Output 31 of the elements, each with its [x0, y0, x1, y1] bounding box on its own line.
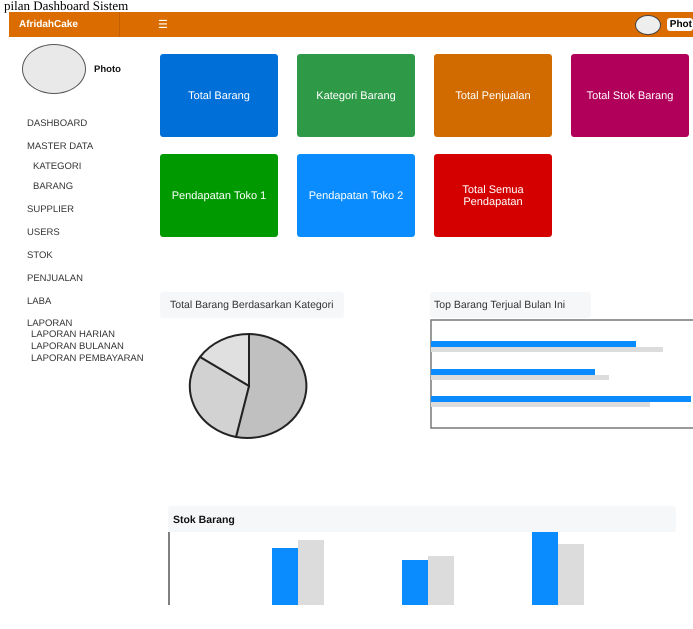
chart-title: Total Barang Berdasarkan Kategori: [160, 292, 344, 318]
sidebar-subitem[interactable]: KATEGORI: [33, 160, 152, 173]
sidebar-subitem[interactable]: LAPORAN BULANAN: [31, 341, 152, 353]
chart-title: Stok Barang: [168, 506, 676, 532]
profile-label[interactable]: Phot: [666, 18, 693, 31]
sidebar-item[interactable]: PENJUALAN: [27, 272, 152, 285]
chart-bar: [402, 560, 428, 605]
chart-title: Top Barang Terjual Bulan Ini: [430, 292, 592, 318]
sidebar-subitem[interactable]: BARANG: [33, 180, 152, 193]
sidebar-subitem[interactable]: LAPORAN PEMBAYARAN: [31, 353, 152, 365]
sidebar-item[interactable]: DASHBOARD: [27, 117, 152, 130]
sidebar-item[interactable]: SUPPLIER: [27, 203, 152, 216]
sidebar-item[interactable]: LABA: [27, 295, 152, 308]
sidebar-item[interactable]: STOK: [27, 249, 152, 262]
sidebar-item[interactable]: USERS: [27, 226, 152, 239]
stat-card[interactable]: Total Stok Barang: [571, 54, 689, 137]
sidebar-item[interactable]: MASTER DATA: [27, 140, 152, 153]
chart-bar: [558, 544, 584, 605]
photo-label: Photo: [94, 64, 121, 74]
sidebar-item[interactable]: LAPORAN: [27, 318, 152, 329]
avatar-icon[interactable]: [634, 14, 661, 34]
chart-bar: [428, 556, 454, 605]
chart-bar: [272, 548, 298, 605]
chart-bar: [298, 540, 324, 605]
stat-card[interactable]: Total Barang: [160, 54, 278, 137]
stat-card[interactable]: Total Penjualan: [434, 54, 552, 137]
sidebar-subitem[interactable]: LAPORAN HARIAN: [31, 329, 152, 341]
stat-card[interactable]: Kategori Barang: [297, 54, 415, 137]
page-title: pilan Dashboard Sistem: [3, 0, 130, 12]
stat-card[interactable]: Total Semua Pendapatan: [434, 154, 552, 237]
stat-card[interactable]: Pendapatan Toko 1: [160, 154, 278, 237]
